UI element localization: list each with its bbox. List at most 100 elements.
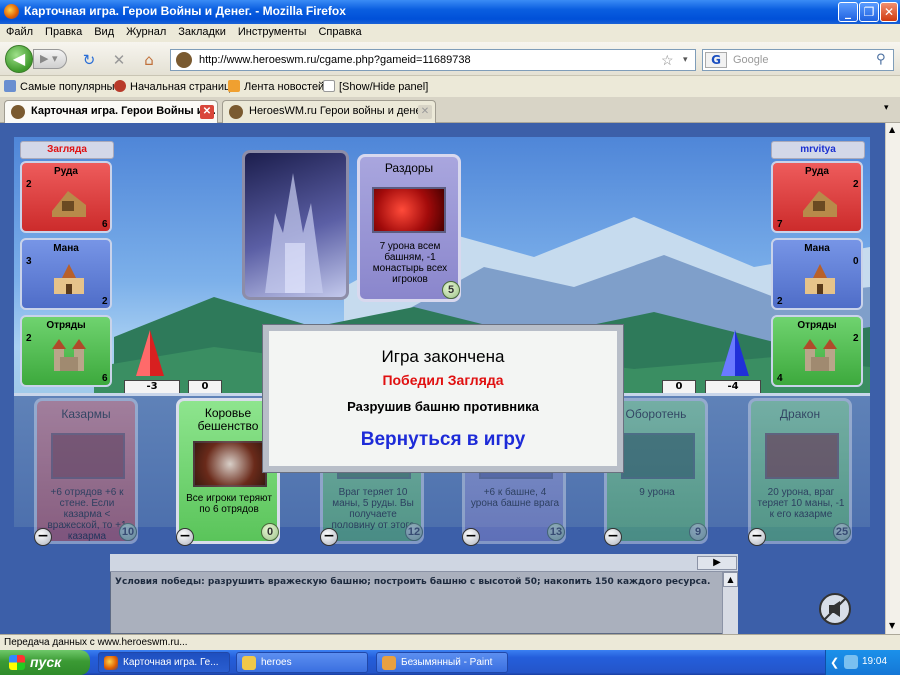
- ore-mine-icon: [803, 191, 837, 217]
- card-cost: 10: [119, 523, 137, 541]
- dialog-title: Игра закончена: [381, 347, 505, 366]
- bookmark-news-feed[interactable]: Лента новостей: [228, 80, 324, 93]
- tray-arrow-icon[interactable]: ❮: [830, 656, 839, 669]
- menu-tools[interactable]: Инструменты: [232, 24, 313, 38]
- right-player-name: mrvitya: [771, 141, 865, 159]
- forward-icon[interactable]: ▶ ▾: [33, 49, 67, 69]
- search-icon[interactable]: ⚲: [876, 52, 886, 67]
- discard-button-5[interactable]: −: [604, 528, 622, 546]
- url-text: http://www.heroeswm.ru/cgame.php?gameid=…: [199, 54, 471, 66]
- send-arrow-button[interactable]: ▶: [697, 556, 737, 570]
- search-placeholder: Google: [733, 54, 769, 66]
- taskbar-item-firefox[interactable]: Карточная игра. Ге...: [98, 652, 230, 673]
- menu-history[interactable]: Журнал: [120, 24, 172, 38]
- menu-file[interactable]: Файл: [0, 24, 39, 38]
- menu-view[interactable]: Вид: [88, 24, 120, 38]
- return-to-game-link[interactable]: Вернуться в игру: [269, 429, 617, 451]
- discard-button-1[interactable]: −: [34, 528, 52, 546]
- menu-bookmarks[interactable]: Закладки: [172, 24, 232, 38]
- barracks-icon: [52, 339, 86, 371]
- hand-card-1[interactable]: Казармы +6 отрядов +6 к стене. Если каза…: [34, 398, 138, 544]
- card-deck[interactable]: [242, 150, 349, 300]
- monastery-icon: [54, 264, 84, 294]
- tab-heroeswm[interactable]: HeroesWM.ru Герои войны и денег. ... ✕: [222, 100, 436, 129]
- discard-button-3[interactable]: −: [320, 528, 338, 546]
- stop-icon[interactable]: ✕: [110, 51, 128, 69]
- discard-button-4[interactable]: −: [462, 528, 480, 546]
- right-resource-ore: Руда 2 7: [771, 161, 863, 233]
- bookmark-most-visited[interactable]: Самые популярные: [4, 80, 121, 93]
- tab-close-icon[interactable]: ✕: [200, 105, 214, 119]
- scroll-up-icon[interactable]: ▲: [889, 125, 895, 134]
- card-cost: 25: [833, 523, 851, 541]
- right-troops-amount: 4: [777, 373, 783, 384]
- window-title-bar[interactable]: Карточная игра. Герои Войны и Денег. - M…: [0, 0, 900, 24]
- sound-toggle-icon[interactable]: [818, 592, 852, 626]
- left-mana-amount: 2: [102, 296, 108, 307]
- clock: 19:04: [862, 656, 888, 667]
- left-wall-height: 0: [188, 380, 222, 394]
- card-cost: 13: [547, 523, 565, 541]
- left-tower-height: -3: [124, 380, 180, 394]
- close-icon[interactable]: ✕: [880, 2, 898, 22]
- left-tower-icon: [136, 330, 164, 376]
- windows-taskbar: пуск Карточная игра. Ге... heroes Безымя…: [0, 650, 900, 675]
- site-favicon-icon: [229, 105, 243, 119]
- menu-edit[interactable]: Правка: [39, 24, 88, 38]
- search-box[interactable]: G Google ⚲: [702, 49, 894, 71]
- bookmark-homepage[interactable]: Начальная страница: [114, 80, 236, 93]
- right-resource-troops: Отряды 2 4: [771, 315, 863, 387]
- barracks-icon: [803, 339, 837, 371]
- taskbar-item-paint[interactable]: Безымянный - Paint: [376, 652, 508, 673]
- game-over-dialog: Игра закончена Победил Загляда Разрушив …: [262, 324, 624, 473]
- hand-card-6[interactable]: Дракон 20 урона, враг теряет 10 маны, -1…: [748, 398, 852, 544]
- page-scrollbar[interactable]: ▲ ▼: [885, 123, 900, 634]
- reload-icon[interactable]: ↻: [80, 51, 98, 69]
- left-resource-ore: Руда 2 6: [20, 161, 112, 233]
- log-scrollbar[interactable]: ▲: [722, 572, 738, 634]
- bookmark-show-hide-panel[interactable]: [Show/Hide panel]: [323, 80, 428, 93]
- card-cost: 0: [261, 523, 279, 541]
- winner-text: Победил Загляда: [382, 372, 504, 388]
- start-button[interactable]: пуск: [0, 650, 90, 675]
- right-tower-height: -4: [705, 380, 761, 394]
- google-icon[interactable]: G: [705, 52, 727, 68]
- folder-icon: [4, 80, 16, 92]
- folder-icon: [242, 656, 256, 670]
- back-icon[interactable]: ◀: [5, 45, 33, 73]
- right-mana-income: 0: [853, 256, 859, 267]
- maximize-icon[interactable]: ❐: [859, 2, 879, 22]
- left-troops-amount: 6: [102, 373, 108, 384]
- network-icon[interactable]: [844, 655, 858, 669]
- minimize-icon[interactable]: _: [838, 2, 858, 22]
- right-wall-height: 0: [662, 380, 696, 394]
- card-cost: 9: [689, 523, 707, 541]
- card-cost: 12: [405, 523, 423, 541]
- win-reason: Разрушив башню противника: [347, 399, 539, 414]
- site-favicon-icon: [176, 52, 192, 68]
- firefox-icon: [4, 4, 19, 19]
- star-icon[interactable]: ☆: [661, 52, 674, 69]
- navigation-toolbar: ◀ ▶ ▾ ↻ ✕ ⌂ http://www.heroeswm.ru/cgame…: [0, 42, 900, 76]
- card-artwork: [372, 187, 446, 233]
- bookmark-icon: [114, 80, 126, 92]
- tab-card-game[interactable]: Карточная игра. Герои Войны и ... ✕: [4, 100, 218, 123]
- right-tower-icon: [721, 330, 749, 376]
- url-bar[interactable]: http://www.heroeswm.ru/cgame.php?gameid=…: [170, 49, 696, 71]
- discard-button-2[interactable]: −: [176, 528, 194, 546]
- right-ore-amount: 7: [777, 219, 783, 230]
- taskbar-item-heroes[interactable]: heroes: [236, 652, 368, 673]
- home-icon[interactable]: ⌂: [140, 51, 158, 69]
- game-board: Загляда Руда 2 6 Мана 3 2 Отряды 2 6 mrv…: [0, 123, 885, 634]
- scroll-up-icon[interactable]: ▲: [723, 572, 738, 587]
- url-dropdown-icon[interactable]: ▾: [683, 54, 688, 65]
- discard-button-6[interactable]: −: [748, 528, 766, 546]
- castle-artwork: [265, 173, 323, 293]
- right-resource-mana: Мана 0 2: [771, 238, 863, 310]
- tab-close-icon[interactable]: ✕: [418, 105, 432, 119]
- ore-mine-icon: [52, 191, 86, 217]
- scroll-down-icon[interactable]: ▼: [889, 621, 895, 630]
- tab-list-icon[interactable]: ▾: [884, 103, 889, 113]
- card-cost: 5: [442, 281, 460, 299]
- menu-help[interactable]: Справка: [312, 24, 367, 38]
